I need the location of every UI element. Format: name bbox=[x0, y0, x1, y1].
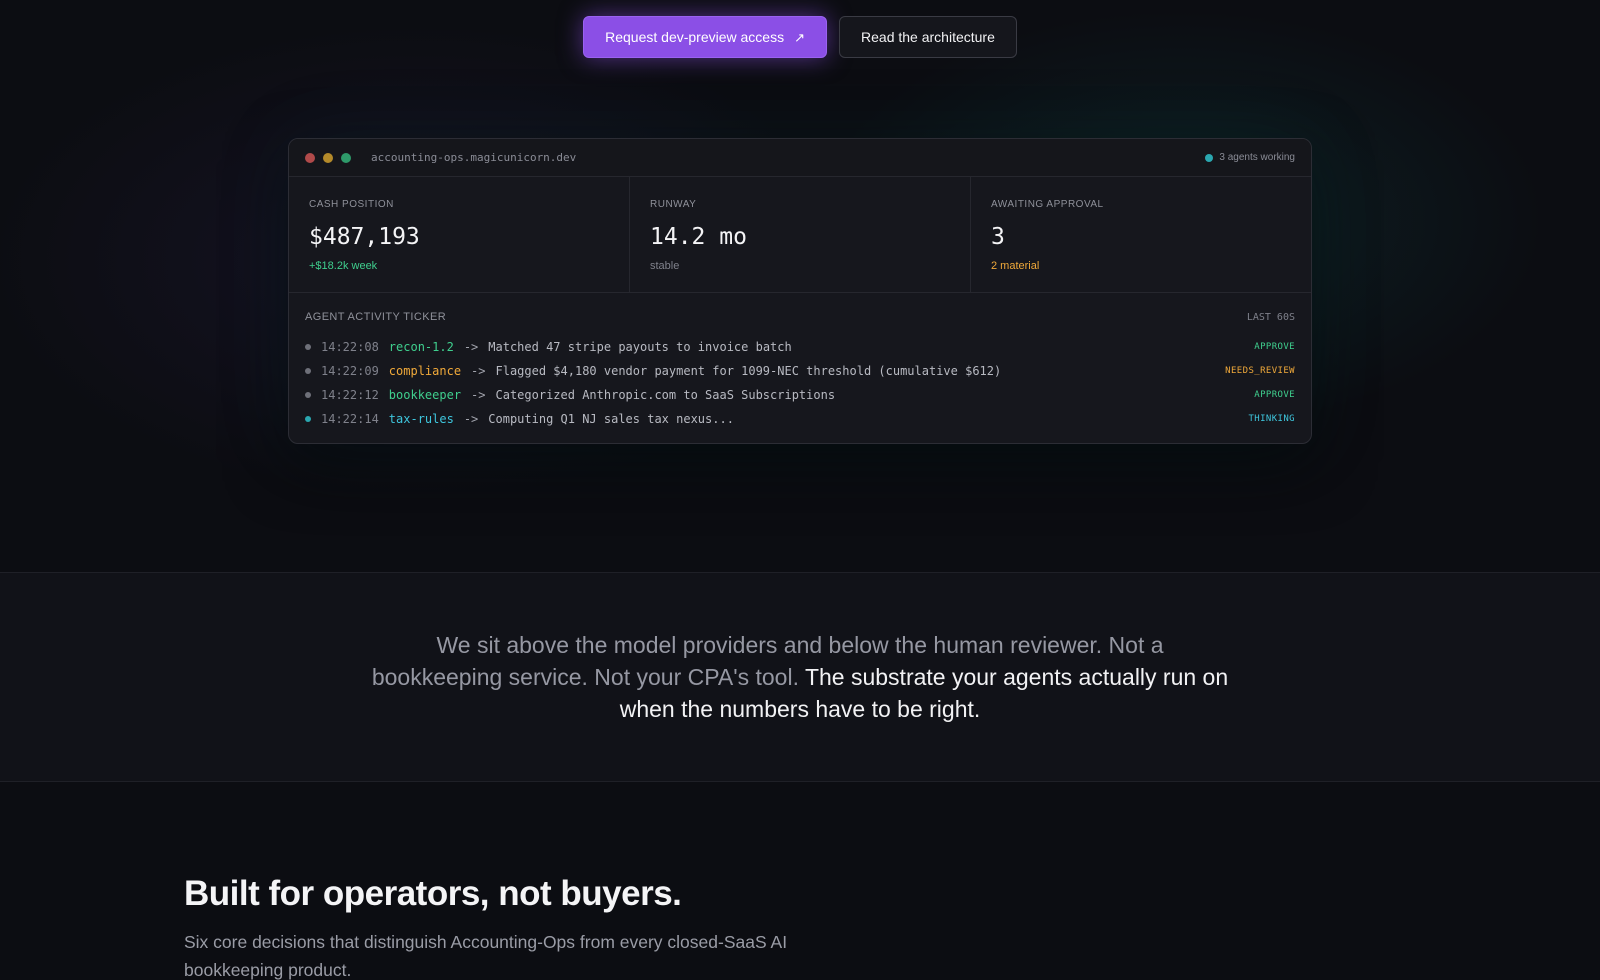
row-status-dot bbox=[305, 368, 311, 374]
metric-sub: stable bbox=[650, 260, 680, 272]
row-status-dot bbox=[305, 416, 311, 422]
row-agent: recon-1.2 bbox=[388, 340, 454, 354]
row-agent: tax-rules bbox=[388, 412, 454, 426]
ticker-row: 14:22:14 tax-rules -> Computing Q1 NJ sa… bbox=[305, 407, 1295, 431]
window-minimize-dot bbox=[323, 152, 333, 163]
row-time: 14:22:08 bbox=[321, 340, 379, 354]
metric-sub: 2 material bbox=[991, 260, 1040, 272]
read-architecture-label: Read the architecture bbox=[861, 29, 995, 45]
positioning-statement: We sit above the model providers and bel… bbox=[0, 572, 1600, 782]
arrow-up-right-icon: ↗ bbox=[794, 29, 806, 45]
agents-status: 3 agents working bbox=[1205, 152, 1295, 163]
ticker-window-label: LAST 60S bbox=[1246, 311, 1295, 323]
row-arrow: -> bbox=[463, 412, 479, 426]
window-titlebar: accounting-ops.magicunicorn.dev 3 agents… bbox=[289, 139, 1311, 177]
ticker-list: 14:22:08 recon-1.2 -> Matched 47 stripe … bbox=[305, 335, 1295, 431]
features-title: Built for operators, not buyers. bbox=[184, 874, 682, 913]
row-message: Computing Q1 NJ sales tax nexus... bbox=[488, 412, 734, 426]
row-status-dot bbox=[305, 392, 311, 398]
row-time: 14:22:14 bbox=[321, 412, 379, 426]
row-arrow: -> bbox=[471, 388, 486, 402]
window-maximize-dot bbox=[341, 152, 351, 163]
metric-value: 3 bbox=[991, 224, 1005, 250]
cta-row: Request dev-preview access ↗ Read the ar… bbox=[0, 16, 1600, 58]
statement-text: We sit above the model providers and bel… bbox=[370, 629, 1230, 725]
row-time: 14:22:12 bbox=[321, 388, 379, 402]
metric-cash-position: CASH POSITION $487,193 +$18.2k week bbox=[289, 177, 630, 292]
hero-section: Request dev-preview access ↗ Read the ar… bbox=[0, 0, 1600, 572]
agents-status-label: 3 agents working bbox=[1219, 152, 1295, 163]
row-tag: THINKING bbox=[1248, 414, 1295, 424]
dashboard-window: accounting-ops.magicunicorn.dev 3 agents… bbox=[288, 138, 1312, 444]
window-close-dot bbox=[305, 152, 315, 163]
ticker-title: AGENT ACTIVITY TICKER bbox=[305, 311, 447, 323]
metric-awaiting-approval: AWAITING APPROVAL 3 2 material bbox=[971, 177, 1311, 292]
row-tag: NEEDS_REVIEW bbox=[1225, 366, 1295, 376]
metric-value: $487,193 bbox=[309, 224, 420, 250]
metric-runway: RUNWAY 14.2 mo stable bbox=[630, 177, 971, 292]
row-message: Flagged $4,180 vendor payment for 1099-N… bbox=[495, 364, 1002, 378]
features-subtitle: Six core decisions that distinguish Acco… bbox=[184, 932, 788, 980]
metric-value: 14.2 mo bbox=[650, 224, 747, 250]
ticker-row: 14:22:08 recon-1.2 -> Matched 47 stripe … bbox=[305, 335, 1295, 359]
metrics-row: CASH POSITION $487,193 +$18.2k week RUNW… bbox=[289, 177, 1311, 293]
row-arrow: -> bbox=[471, 364, 486, 378]
row-agent: compliance bbox=[388, 364, 462, 378]
ticker-row: 14:22:12 bookkeeper -> Categorized Anthr… bbox=[305, 383, 1295, 407]
metric-label: RUNWAY bbox=[650, 199, 697, 210]
row-tag: APPROVE bbox=[1254, 390, 1295, 400]
request-access-button[interactable]: Request dev-preview access ↗ bbox=[583, 16, 828, 58]
metric-label: CASH POSITION bbox=[309, 199, 394, 210]
row-arrow: -> bbox=[463, 340, 479, 354]
row-message: Categorized Anthropic.com to SaaS Subscr… bbox=[495, 388, 836, 402]
request-access-label: Request dev-preview access bbox=[605, 29, 785, 45]
row-tag: APPROVE bbox=[1254, 342, 1295, 352]
row-agent: bookkeeper bbox=[388, 388, 462, 402]
metric-sub: +$18.2k week bbox=[309, 260, 378, 272]
ticker-header: AGENT ACTIVITY TICKER LAST 60S bbox=[305, 311, 1295, 323]
activity-ticker: AGENT ACTIVITY TICKER LAST 60S 14:22:08 … bbox=[289, 293, 1311, 431]
read-architecture-button[interactable]: Read the architecture bbox=[839, 16, 1017, 58]
status-dot-icon bbox=[1205, 153, 1214, 162]
window-url: accounting-ops.magicunicorn.dev bbox=[371, 151, 577, 164]
row-time: 14:22:09 bbox=[321, 364, 379, 378]
features-section: Built for operators, not buyers. Six cor… bbox=[184, 874, 1416, 980]
row-status-dot bbox=[305, 344, 311, 350]
row-message: Matched 47 stripe payouts to invoice bat… bbox=[488, 340, 792, 354]
metric-label: AWAITING APPROVAL bbox=[991, 199, 1104, 210]
ticker-row: 14:22:09 compliance -> Flagged $4,180 ve… bbox=[305, 359, 1295, 383]
